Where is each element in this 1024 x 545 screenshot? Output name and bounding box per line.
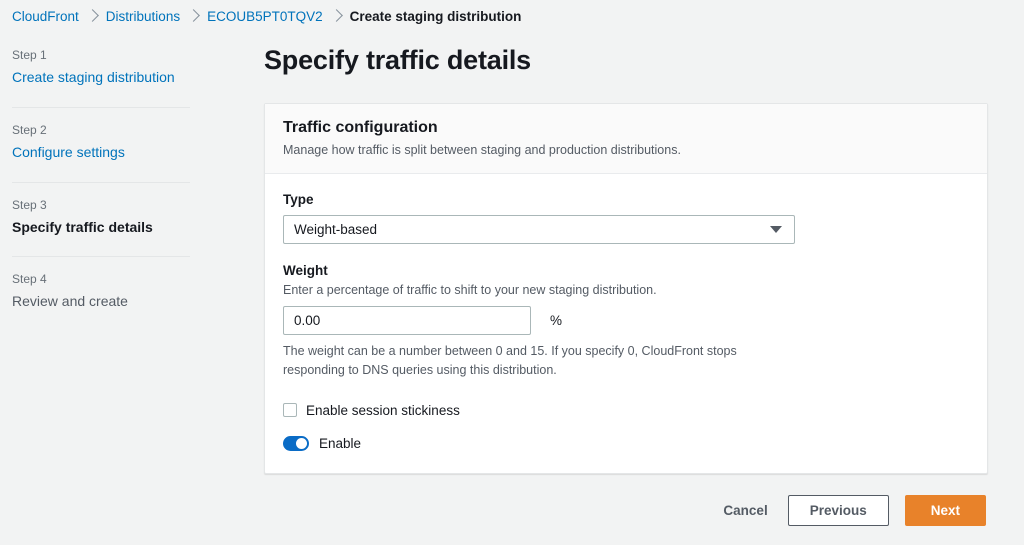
next-button[interactable]: Next <box>905 495 986 526</box>
session-stickiness-label[interactable]: Enable session stickiness <box>306 403 460 418</box>
sidebar-step-2-number: Step 2 <box>12 123 250 137</box>
main-content: Specify traffic details Traffic configur… <box>250 33 1024 526</box>
breadcrumb-item-current: Create staging distribution <box>350 9 522 24</box>
wizard-steps-sidebar: Step 1 Create staging distribution Step … <box>0 33 250 314</box>
type-select[interactable]: Weight-based <box>283 215 795 244</box>
chevron-right-icon <box>330 9 343 22</box>
card-subtitle: Manage how traffic is split between stag… <box>283 142 969 159</box>
type-select-value: Weight-based <box>294 222 377 237</box>
sidebar-step-4-number: Step 4 <box>12 272 250 286</box>
sidebar-step-3-number: Step 3 <box>12 198 250 212</box>
page-title: Specify traffic details <box>264 45 988 76</box>
enable-toggle-label[interactable]: Enable <box>319 436 361 451</box>
sidebar-step-2-label[interactable]: Configure settings <box>12 144 250 161</box>
weight-field-description: Enter a percentage of traffic to shift t… <box>283 282 969 299</box>
chevron-down-icon <box>770 226 782 233</box>
type-field-label: Type <box>283 192 969 207</box>
weight-field-label: Weight <box>283 263 969 278</box>
session-stickiness-row[interactable]: Enable session stickiness <box>283 403 969 418</box>
toggle-knob <box>296 438 307 449</box>
session-stickiness-checkbox[interactable] <box>283 403 297 417</box>
type-field-group: Type Weight-based <box>283 192 969 244</box>
weight-field-hint: The weight can be a number between 0 and… <box>283 342 788 381</box>
weight-input-row: % <box>283 306 969 335</box>
breadcrumb-item-distribution-id[interactable]: ECOUB5PT0TQV2 <box>207 9 323 24</box>
traffic-configuration-card: Traffic configuration Manage how traffic… <box>264 103 988 474</box>
sidebar-divider <box>12 182 190 183</box>
sidebar-step-2[interactable]: Step 2 Configure settings <box>12 123 250 165</box>
sidebar-step-4: Step 4 Review and create <box>12 272 250 314</box>
chevron-right-icon <box>187 9 200 22</box>
sidebar-step-1[interactable]: Step 1 Create staging distribution <box>12 48 250 90</box>
card-header: Traffic configuration Manage how traffic… <box>265 104 987 174</box>
page-layout: Step 1 Create staging distribution Step … <box>0 33 1024 545</box>
wizard-footer: Cancel Previous Next <box>264 495 988 526</box>
sidebar-divider <box>12 107 190 108</box>
breadcrumb: CloudFront Distributions ECOUB5PT0TQV2 C… <box>0 0 1024 33</box>
sidebar-step-1-number: Step 1 <box>12 48 250 62</box>
weight-input[interactable] <box>283 306 531 335</box>
breadcrumb-item-distributions[interactable]: Distributions <box>106 9 180 24</box>
chevron-right-icon <box>86 9 99 22</box>
weight-field-group: Weight Enter a percentage of traffic to … <box>283 263 969 381</box>
enable-toggle[interactable] <box>283 436 309 451</box>
sidebar-divider <box>12 256 190 257</box>
sidebar-step-3: Step 3 Specify traffic details <box>12 198 250 240</box>
sidebar-step-3-label: Specify traffic details <box>12 219 250 236</box>
weight-unit-label: % <box>550 313 562 328</box>
sidebar-step-1-label[interactable]: Create staging distribution <box>12 69 250 86</box>
card-title: Traffic configuration <box>283 119 969 137</box>
previous-button[interactable]: Previous <box>788 495 889 526</box>
cancel-button[interactable]: Cancel <box>719 497 771 524</box>
card-body: Type Weight-based Weight Enter a percent… <box>265 174 987 473</box>
breadcrumb-item-cloudfront[interactable]: CloudFront <box>12 9 79 24</box>
sidebar-step-4-label: Review and create <box>12 293 250 310</box>
enable-toggle-row[interactable]: Enable <box>283 436 969 451</box>
